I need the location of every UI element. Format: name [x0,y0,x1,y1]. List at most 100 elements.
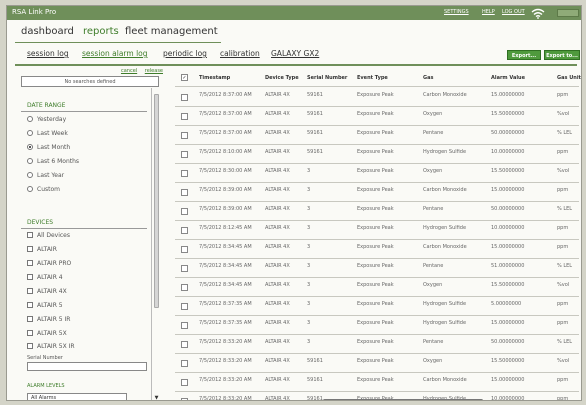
table-cell: % LEL [557,339,573,345]
table-cell: Hydrogen Sulfide [423,225,467,231]
radio-last-month[interactable]: Last Month [27,144,70,151]
nav-dashboard[interactable]: dashboard [21,26,74,37]
row-checkbox[interactable] [181,151,188,158]
table-row[interactable]: 7/5/2012 8:37:00 AM ALTAIR 4X 59161 Exposur… [175,88,579,107]
table-row[interactable]: 7/5/2012 8:33:20 AM ALTAIR 4X 3 Exposure Pe… [175,335,579,354]
table-row[interactable]: 7/5/2012 8:37:00 AM ALTAIR 4X 59161 Exposur… [175,126,579,145]
column-header[interactable]: Gas [423,75,433,81]
table-row[interactable]: 7/5/2012 8:34:45 AM ALTAIR 4X 3 Exposure Pe… [175,240,579,259]
settings-link[interactable]: SETTINGS [444,9,469,15]
column-header[interactable]: Gas Unit [557,75,581,81]
row-checkbox[interactable] [181,94,188,101]
row-checkbox[interactable] [181,113,188,120]
table-cell: Oxygen [423,111,443,117]
row-checkbox[interactable] [181,265,188,272]
table-cell: 7/5/2012 8:37:35 AM [199,320,252,326]
row-checkbox[interactable] [181,170,188,177]
table-row[interactable]: 7/5/2012 8:34:45 AM ALTAIR 4X 3 Exposure Pe… [175,278,579,297]
column-header[interactable]: Event Type [357,75,388,81]
help-link[interactable]: HELP [482,9,495,15]
row-checkbox[interactable] [181,398,188,400]
table-row[interactable]: 7/5/2012 8:37:00 AM ALTAIR 4X 59161 Exposur… [175,107,579,126]
export-button[interactable]: Export... [507,50,541,60]
row-checkbox[interactable] [181,341,188,348]
checkbox-altair-5[interactable]: ALTAIR 5 [27,302,63,309]
table-cell: 59161 [307,111,323,117]
cancel-link[interactable]: cancel [121,68,137,74]
table-cell: ALTAIR 4X [265,282,290,288]
table-cell: 7/5/2012 8:30:00 AM [199,168,252,174]
tab-session-log[interactable]: session log [27,49,69,58]
serial-number-input[interactable] [27,362,147,371]
row-checkbox[interactable] [181,132,188,139]
table-cell: Carbon Monoxide [423,377,467,383]
checkbox-altair-5x[interactable]: ALTAIR 5X [27,330,67,337]
table-cell: 7/5/2012 8:10:00 AM [199,149,252,155]
table-row[interactable]: 7/5/2012 8:33:20 AM ALTAIR 4X 59161 Exposur… [175,373,579,392]
alarm-levels-select[interactable]: All Alarms [27,393,127,400]
table-cell: 5.00000000 [491,301,522,307]
row-checkbox[interactable] [181,360,188,367]
saved-searches-box[interactable]: No searches defined [21,76,159,87]
chevron-down-icon[interactable]: ▼ [153,395,160,400]
table-row[interactable]: 7/5/2012 8:37:35 AM ALTAIR 4X 3 Exposure Pe… [175,297,579,316]
checkbox-altair-4[interactable]: ALTAIR 4 [27,274,63,281]
row-checkbox[interactable] [181,322,188,329]
radio-yesterday[interactable]: Yesterday [27,116,66,123]
tab-session-alarm-log[interactable]: session alarm log [82,49,148,58]
checkbox-altair-5-ir[interactable]: ALTAIR 5 IR [27,316,70,323]
table-cell: ppm [557,377,569,383]
nav-reports[interactable]: reports [83,26,119,37]
radio-last-week[interactable]: Last Week [27,130,68,137]
tab-calibration[interactable]: calibration [220,49,260,58]
radio-last-year[interactable]: Last Year [27,172,64,179]
table-row[interactable]: 7/5/2012 8:30:00 AM ALTAIR 4X 3 Exposure Pe… [175,164,579,183]
column-header[interactable]: Alarm Value [491,75,525,81]
radio-last-6-months[interactable]: Last 6 Months [27,158,79,165]
table-cell: Exposure Peak [357,187,394,193]
table-row[interactable]: 7/5/2012 8:37:35 AM ALTAIR 4X 3 Exposure Pe… [175,316,579,335]
table-cell: 7/5/2012 8:33:20 AM [199,377,252,383]
radio-custom[interactable]: Custom [27,186,60,193]
radio-icon [27,116,33,122]
window-control[interactable] [557,9,579,17]
logout-link[interactable]: LOG OUT [502,9,525,15]
column-header[interactable]: Device Type [265,75,299,81]
table-row[interactable]: 7/5/2012 8:33:20 AM ALTAIR 4X 59161 Exposur… [175,354,579,373]
tab-galaxy-gx2[interactable]: GALAXY GX2 [271,49,319,58]
row-checkbox[interactable] [181,227,188,234]
sidebar-scrollbar[interactable]: ▼ [151,88,160,400]
release-link[interactable]: release [145,68,163,74]
nav-fleet-management[interactable]: fleet management [125,26,218,37]
table-horizontal-scrollbar[interactable] [263,399,577,400]
table-cell: ALTAIR 4X [265,111,290,117]
row-checkbox[interactable] [181,208,188,215]
row-checkbox[interactable] [181,284,188,291]
sidebar-scroll-thumb[interactable] [154,94,159,308]
table-cell: Exposure Peak [357,244,394,250]
column-header[interactable]: Serial Number [307,75,347,81]
tab-periodic-log[interactable]: periodic log [163,49,207,58]
checkbox-all-devices[interactable]: All Devices [27,232,70,239]
checkbox-altair-pro[interactable]: ALTAIR PRO [27,260,71,267]
table-cell: 50.00000000 [491,206,525,212]
table-row[interactable]: 7/5/2012 8:39:00 AM ALTAIR 4X 3 Exposure Pe… [175,202,579,221]
row-checkbox[interactable] [181,246,188,253]
table-row[interactable]: 7/5/2012 8:34:45 AM ALTAIR 4X 3 Exposure Pe… [175,259,579,278]
table-row[interactable]: 7/5/2012 8:10:00 AM ALTAIR 4X 59161 Exposur… [175,145,579,164]
export-to-button[interactable]: Export to... [544,50,580,60]
table-row[interactable]: 7/5/2012 8:39:00 AM ALTAIR 4X 3 Exposure Pe… [175,183,579,202]
table-cell: ppm [557,149,569,155]
checkbox-altair-5x-ir[interactable]: ALTAIR 5X IR [27,343,75,350]
column-header[interactable]: Timestamp [199,75,230,81]
select-all-checkbox[interactable]: ✓ [181,74,188,81]
table-cell: ALTAIR 4X [265,187,290,193]
row-checkbox[interactable] [181,379,188,386]
table-row[interactable]: 7/5/2012 8:12:45 AM ALTAIR 4X 3 Exposure Pe… [175,221,579,240]
checkbox-altair-4x[interactable]: ALTAIR 4X [27,288,67,295]
row-checkbox[interactable] [181,303,188,310]
row-checkbox[interactable] [181,189,188,196]
table-cell: ppm [557,301,569,307]
checkbox-altair[interactable]: ALTAIR [27,246,57,253]
table-scroll-thumb[interactable] [323,399,483,400]
